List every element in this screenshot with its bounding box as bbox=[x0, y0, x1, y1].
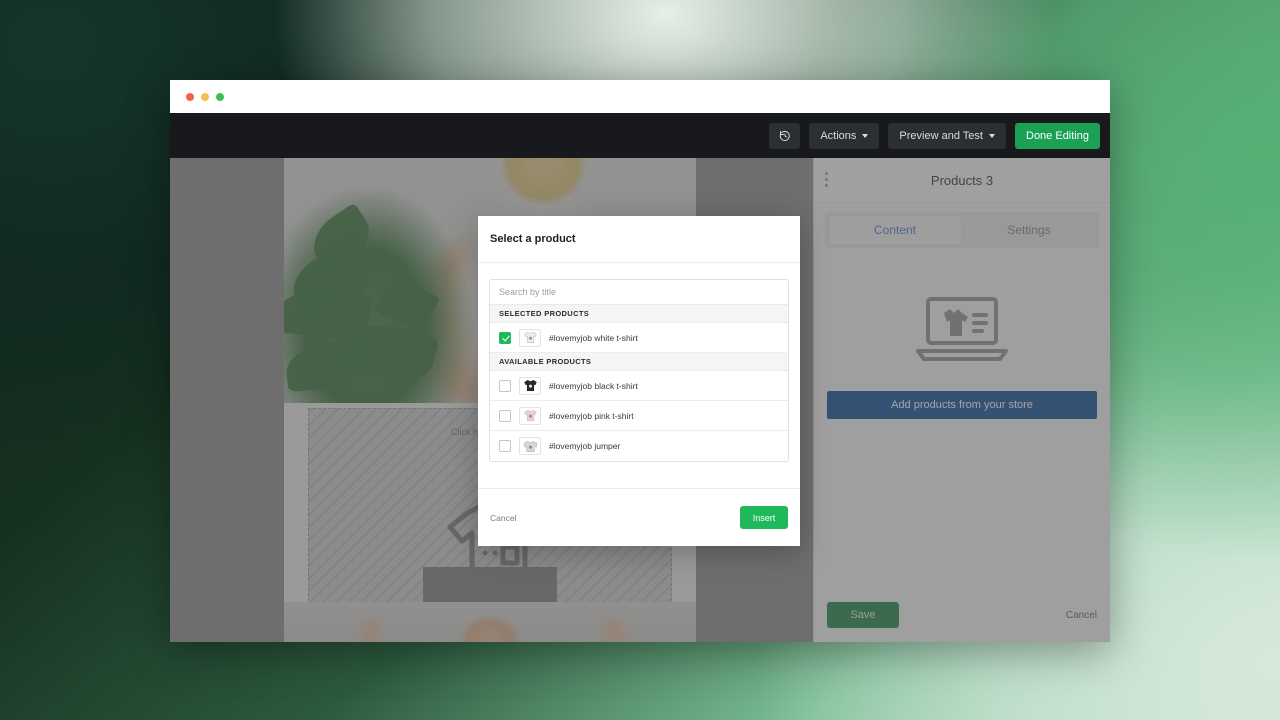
panel-content: Add products from your store bbox=[814, 257, 1110, 588]
insert-button[interactable]: Insert bbox=[740, 506, 788, 529]
preview-label: Preview and Test bbox=[899, 129, 983, 142]
undo-history-glyph bbox=[779, 130, 790, 141]
modal-body: SELECTED PRODUCTS #lovemyjob white t-shi… bbox=[478, 263, 800, 488]
product-row-available-1[interactable]: #lovemyjob pink t-shirt bbox=[490, 401, 788, 431]
undo-history-icon[interactable] bbox=[769, 122, 801, 149]
footer-photo[interactable] bbox=[284, 602, 696, 642]
product-name: #lovemyjob white t-shirt bbox=[549, 332, 638, 343]
group-heading-selected: SELECTED PRODUCTS bbox=[490, 305, 788, 323]
product-thumbnail bbox=[519, 406, 541, 425]
group-heading-available: AVAILABLE PRODUCTS bbox=[490, 353, 788, 371]
product-name: #lovemyjob black t-shirt bbox=[549, 380, 638, 391]
actions-label: Actions bbox=[820, 129, 857, 142]
modal-header: Select a product bbox=[478, 216, 800, 263]
search-input[interactable] bbox=[490, 280, 788, 305]
add-products-button[interactable]: Add products from your store bbox=[827, 391, 1097, 419]
panel-header: Products 3 bbox=[814, 158, 1110, 203]
tab-settings-label: Settings bbox=[1007, 223, 1051, 237]
product-thumbnail bbox=[519, 437, 541, 455]
product-name: #lovemyjob jumper bbox=[549, 441, 621, 451]
insert-label: Insert bbox=[752, 512, 776, 523]
editor-toolbar: Actions Preview and Test Done Editing bbox=[170, 113, 1110, 158]
properties-panel: Products 3 Content Settings Add products… bbox=[813, 158, 1110, 642]
modal-title: Select a product bbox=[490, 233, 576, 245]
close-window-button[interactable] bbox=[186, 92, 194, 101]
product-row-selected-0[interactable]: #lovemyjob white t-shirt bbox=[490, 323, 788, 353]
done-editing-button[interactable]: Done Editing bbox=[1015, 122, 1100, 149]
actions-button[interactable]: Actions bbox=[809, 122, 880, 149]
select-product-modal: Select a product SELECTED PRODUCTS #love… bbox=[478, 216, 800, 546]
product-checkbox[interactable] bbox=[499, 331, 511, 344]
jumper-icon bbox=[523, 440, 537, 452]
maximize-window-button[interactable] bbox=[216, 92, 224, 101]
save-button[interactable]: Save bbox=[827, 602, 899, 628]
preview-and-test-button[interactable]: Preview and Test bbox=[888, 122, 1006, 149]
product-thumbnail bbox=[519, 376, 541, 395]
more-options-icon[interactable] bbox=[825, 172, 828, 187]
tshirt-icon bbox=[523, 379, 537, 391]
chevron-down-icon bbox=[989, 133, 995, 138]
panel-cancel-link[interactable]: Cancel bbox=[1066, 610, 1097, 621]
product-thumbnail bbox=[519, 328, 541, 347]
tab-content-label: Content bbox=[873, 223, 917, 237]
product-checkbox[interactable] bbox=[499, 409, 511, 422]
panel-title: Products 3 bbox=[930, 172, 994, 188]
tshirt-icon bbox=[523, 409, 537, 421]
add-products-label: Add products from your store bbox=[891, 399, 1033, 411]
modal-cancel-button[interactable]: Cancel bbox=[490, 513, 516, 523]
tshirt-icon bbox=[523, 331, 537, 343]
panel-footer: Save Cancel bbox=[814, 588, 1110, 642]
panel-tabs: Content Settings bbox=[825, 212, 1099, 248]
laptop-with-tshirt-icon bbox=[916, 297, 1008, 361]
product-picker: SELECTED PRODUCTS #lovemyjob white t-shi… bbox=[489, 279, 789, 462]
chevron-down-icon bbox=[862, 133, 869, 138]
product-row-available-2[interactable]: #lovemyjob jumper bbox=[490, 431, 788, 461]
product-name: #lovemyjob pink t-shirt bbox=[549, 410, 634, 421]
empty-state-illustration bbox=[827, 293, 1097, 365]
tab-content[interactable]: Content bbox=[828, 215, 962, 245]
minimize-window-button[interactable] bbox=[201, 92, 209, 101]
save-label: Save bbox=[850, 609, 876, 621]
done-editing-label: Done Editing bbox=[1026, 129, 1089, 142]
product-checkbox[interactable] bbox=[499, 379, 511, 392]
product-row-available-0[interactable]: #lovemyjob black t-shirt bbox=[490, 371, 788, 401]
tab-settings[interactable]: Settings bbox=[962, 215, 1096, 245]
window-titlebar bbox=[170, 80, 1110, 113]
modal-footer: Cancel Insert bbox=[478, 488, 800, 546]
product-checkbox[interactable] bbox=[499, 440, 511, 452]
